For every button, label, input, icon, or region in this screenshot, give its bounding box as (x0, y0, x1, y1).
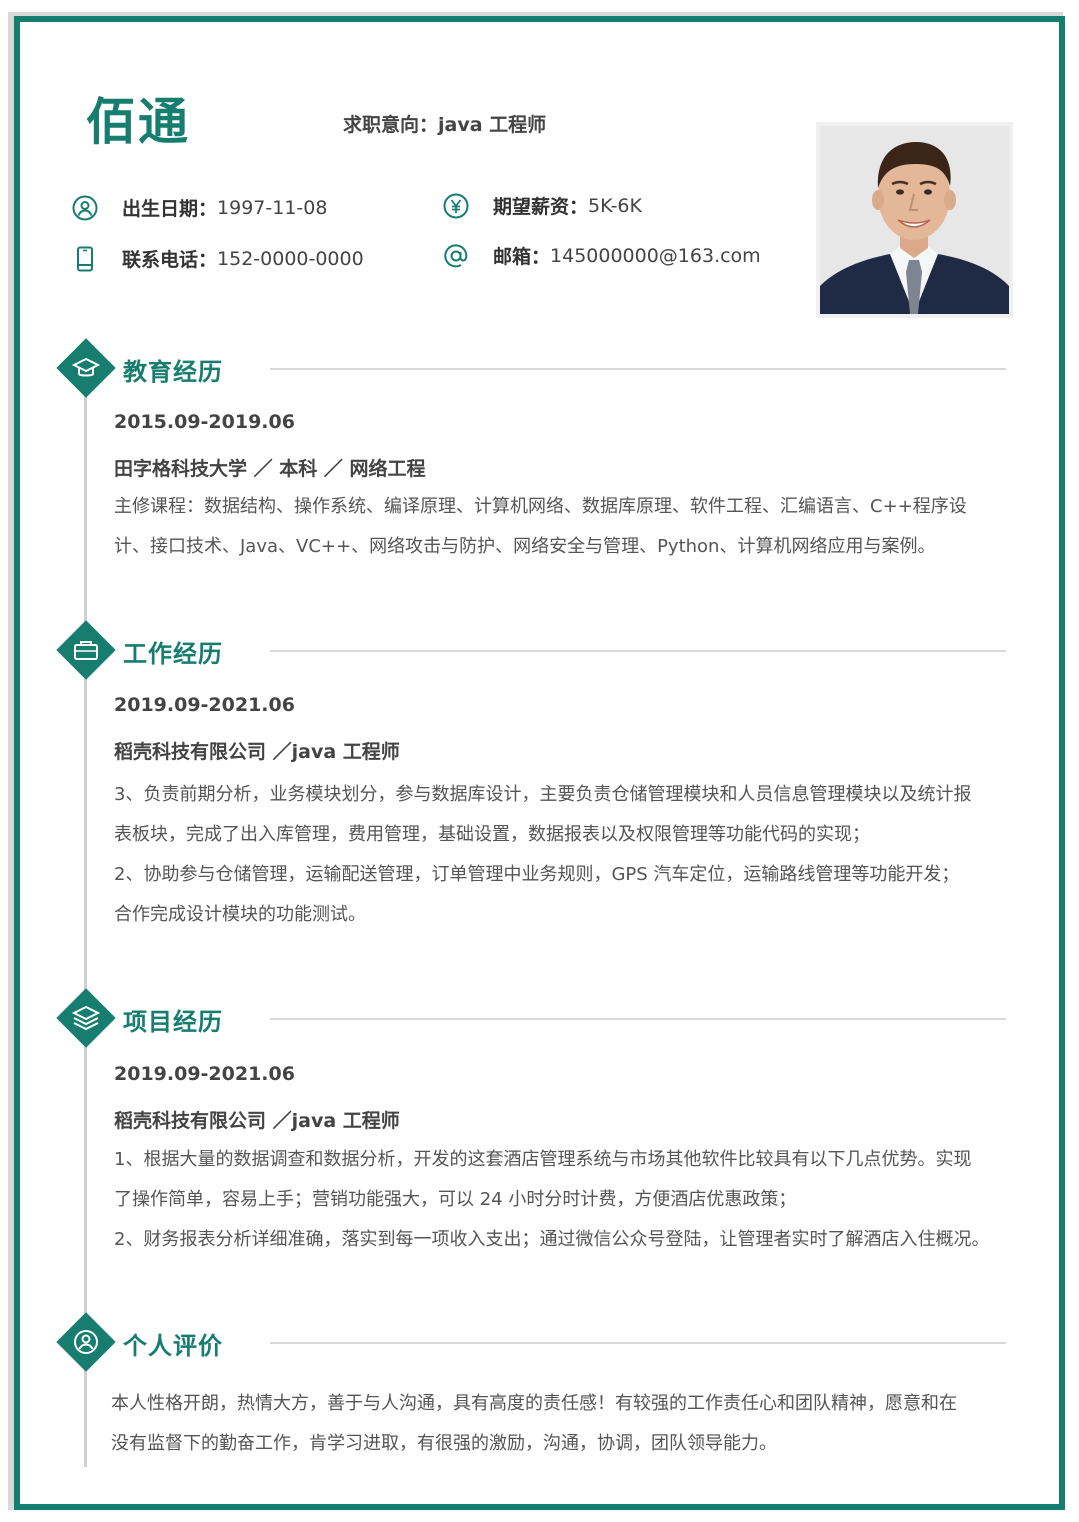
section-header-education: 教育经历 (56, 338, 1006, 398)
section-divider (270, 1018, 1006, 1020)
section-divider (270, 650, 1006, 652)
education-school: 田字格科技大学 ／ 本科 ／ 网络工程 (114, 458, 426, 480)
job-intent-value: java 工程师 (438, 114, 547, 136)
at-sign-icon (443, 243, 469, 269)
text-line: 本人性格开朗，热情大方，善于与人沟通，具有高度的责任感！有较强的工作责任心和团队… (111, 1393, 957, 1414)
work-company: 稻壳科技有限公司 ／java 工程师 (114, 741, 400, 763)
info-phone: 联系电话： 152-0000-0000 (72, 245, 364, 272)
text-line: 计、接口技术、Java、VC++、网络攻击与防护、网络安全与管理、Python、… (114, 536, 936, 557)
section-title-work: 工作经历 (123, 640, 223, 668)
evaluation-text: 本人性格开朗，热情大方，善于与人沟通，具有高度的责任感！有较强的工作责任心和团队… (111, 1384, 1006, 1464)
phone-label: 联系电话： (122, 249, 218, 271)
profile-photo (816, 122, 1013, 318)
text-line: 2、财务报表分析详细准确，落实到每一项收入支出；通过微信公众号登陆，让管理者实时… (114, 1229, 990, 1250)
section-title-project: 项目经历 (123, 1008, 223, 1036)
project-date: 2019.09-2021.06 (114, 1063, 295, 1085)
education-date: 2015.09-2019.06 (114, 411, 295, 433)
salary-label: 期望薪资： (493, 196, 589, 218)
graduation-cap-icon (56, 338, 116, 398)
text-line: 了操作简单，容易上手；营销功能强大，可以 24 小时分时计费，方便酒店优惠政策； (114, 1189, 797, 1210)
email-value: 145000000@163.com (550, 244, 761, 267)
work-description: 3、负责前期分析，业务模块划分，参与数据库设计，主要负责仓储管理模块和人员信息管… (114, 775, 1009, 935)
section-divider (270, 368, 1006, 370)
birth-label: 出生日期： (122, 198, 218, 220)
info-salary: 期望薪资： 5K-6K (443, 192, 642, 219)
timeline-line (84, 372, 87, 1467)
yen-circle-icon (443, 193, 469, 219)
text-line: 2、协助参与仓储管理，运输配送管理，订单管理中业务规则，GPS 汽车定位，运输路… (114, 864, 960, 885)
project-company: 稻壳科技有限公司 ／java 工程师 (114, 1110, 400, 1132)
candidate-name: 佰通 (86, 93, 190, 151)
section-divider (270, 1342, 1006, 1344)
birth-value: 1997-11-08 (217, 196, 328, 219)
section-header-evaluation: 个人评价 (56, 1312, 1006, 1372)
project-description: 1、根据大量的数据调查和数据分析，开发的这套酒店管理系统与市场其他软件比较具有以… (114, 1140, 1009, 1260)
text-line: 没有监督下的勤奋工作，肯学习进取，有很强的激励，沟通，协调，团队领导能力。 (111, 1433, 777, 1454)
email-label: 邮箱： (493, 246, 551, 268)
text-line: 合作完成设计模块的功能测试。 (114, 904, 366, 925)
work-date: 2019.09-2021.06 (114, 694, 295, 716)
text-line: 表板块，完成了出入库管理，费用管理，基础设置，数据报表以及权限管理等功能代码的实… (114, 824, 870, 845)
mobile-phone-icon (72, 246, 98, 272)
section-title-education: 教育经历 (123, 358, 223, 386)
info-email: 邮箱： 145000000@163.com (443, 242, 761, 269)
job-intent-label: 求职意向： (343, 114, 439, 136)
text-line: 主修课程：数据结构、操作系统、编译原理、计算机网络、数据库原理、软件工程、汇编语… (114, 496, 967, 517)
info-birth: 出生日期： 1997-11-08 (72, 194, 327, 221)
job-intent: 求职意向：java 工程师 (343, 110, 546, 137)
briefcase-icon (56, 620, 116, 680)
education-courses: 主修课程：数据结构、操作系统、编译原理、计算机网络、数据库原理、软件工程、汇编语… (114, 487, 1009, 567)
phone-value: 152-0000-0000 (217, 247, 364, 270)
section-title-evaluation: 个人评价 (123, 1332, 223, 1360)
section-header-project: 项目经历 (56, 988, 1006, 1048)
person-icon (56, 1312, 116, 1372)
section-header-work: 工作经历 (56, 620, 1006, 680)
text-line: 1、根据大量的数据调查和数据分析，开发的这套酒店管理系统与市场其他软件比较具有以… (114, 1149, 972, 1170)
layers-icon (56, 988, 116, 1048)
salary-value: 5K-6K (588, 194, 642, 217)
user-circle-icon (72, 195, 98, 221)
text-line: 3、负责前期分析，业务模块划分，参与数据库设计，主要负责仓储管理模块和人员信息管… (114, 784, 972, 805)
